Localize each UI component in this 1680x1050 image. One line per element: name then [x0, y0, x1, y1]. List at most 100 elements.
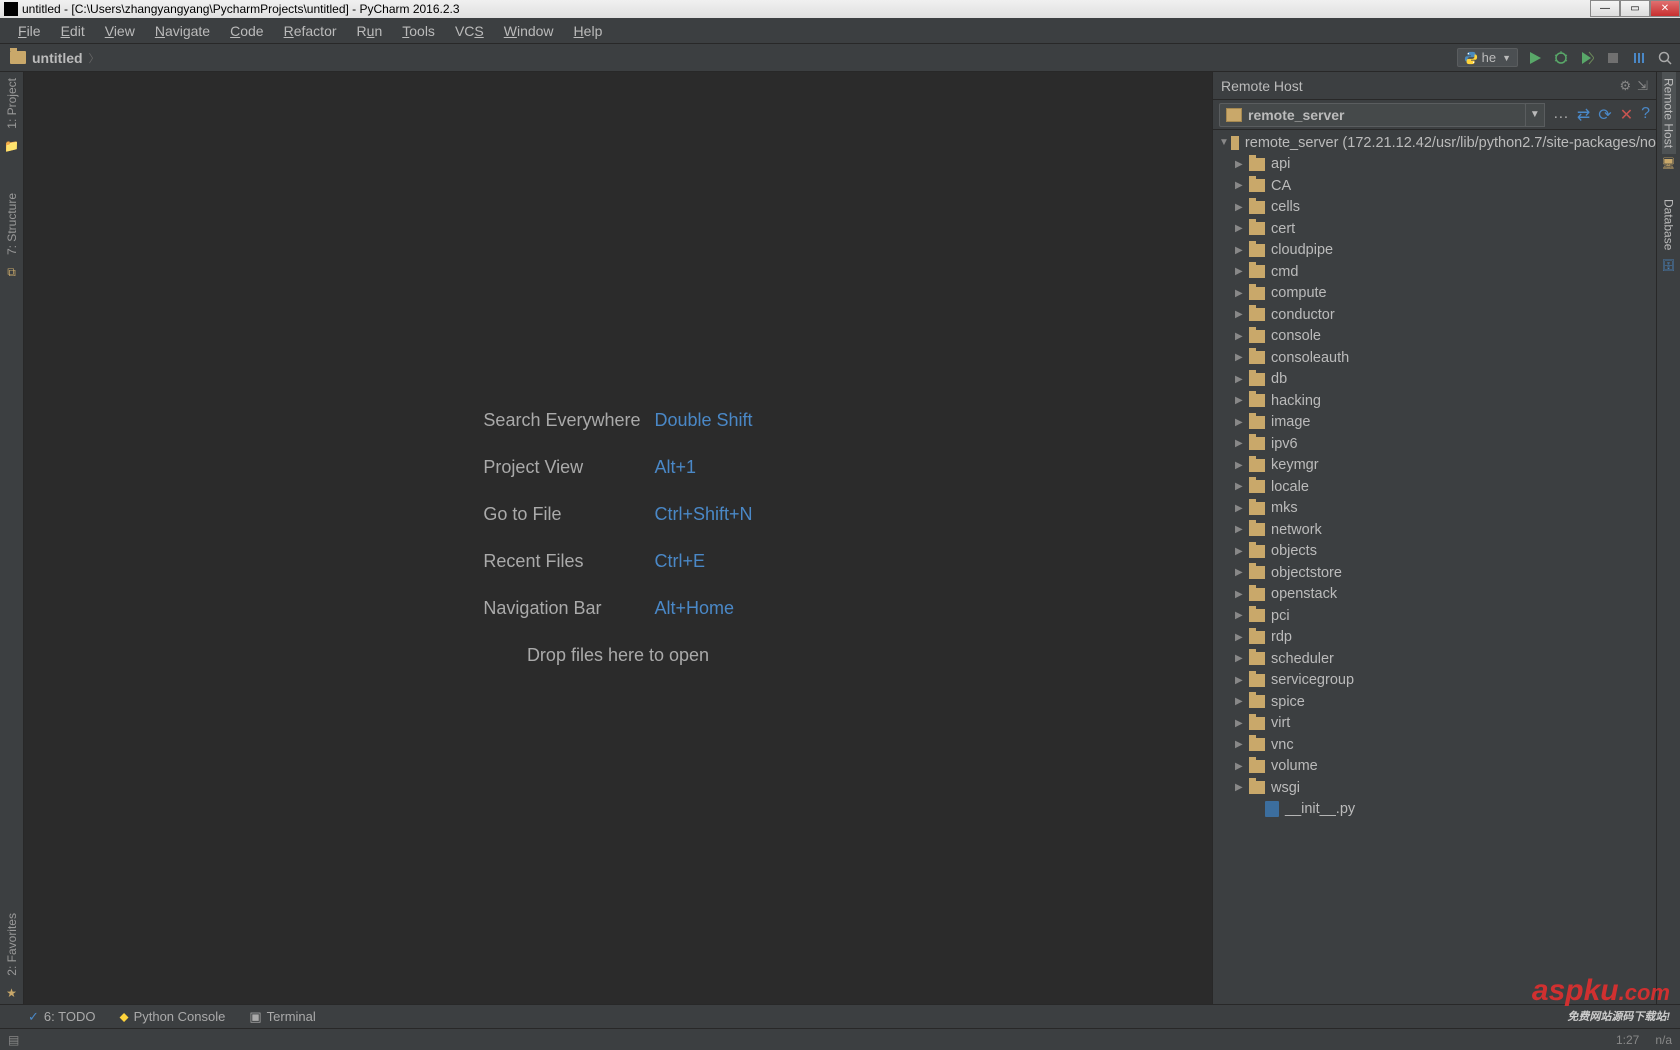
menu-refactor[interactable]: Refactor: [274, 23, 347, 39]
tree-folder[interactable]: ▶scheduler: [1213, 648, 1656, 670]
tree-folder[interactable]: ▶virt: [1213, 713, 1656, 735]
tree-root[interactable]: ▼ remote_server (172.21.12.42/usr/lib/py…: [1213, 132, 1656, 154]
menu-window[interactable]: Window: [494, 23, 564, 39]
chevron-right-icon: 〉: [89, 50, 100, 66]
more-button[interactable]: …: [1553, 105, 1569, 125]
menu-bar: File Edit View Navigate Code Refactor Ru…: [0, 18, 1680, 44]
right-tool-stripe: Remote Host 🖥 Database 🗄: [1656, 72, 1680, 1004]
chevron-right-icon: ▶: [1235, 546, 1247, 557]
tree-folder[interactable]: ▶mks: [1213, 498, 1656, 520]
tree-folder-label: keymgr: [1271, 457, 1319, 473]
tree-folder[interactable]: ▶network: [1213, 519, 1656, 541]
menu-run[interactable]: Run: [347, 23, 393, 39]
tree-folder[interactable]: ▶objects: [1213, 541, 1656, 563]
tree-folder[interactable]: ▶rdp: [1213, 627, 1656, 649]
tree-folder[interactable]: ▶volume: [1213, 756, 1656, 778]
tree-folder[interactable]: ▶hacking: [1213, 390, 1656, 412]
tree-folder[interactable]: ▶ipv6: [1213, 433, 1656, 455]
tree-folder[interactable]: ▶vnc: [1213, 734, 1656, 756]
update-button[interactable]: [1630, 49, 1648, 67]
menu-tools[interactable]: Tools: [392, 23, 445, 39]
maximize-button[interactable]: ▭: [1620, 0, 1650, 17]
chevron-right-icon: ▶: [1235, 782, 1247, 793]
hint-search-label: Search Everywhere: [483, 410, 640, 431]
remote-tree[interactable]: ▼ remote_server (172.21.12.42/usr/lib/py…: [1213, 130, 1656, 1004]
minimize-button[interactable]: —: [1590, 0, 1620, 17]
tree-folder[interactable]: ▶cells: [1213, 197, 1656, 219]
folder-icon: [1249, 330, 1265, 343]
tree-folder[interactable]: ▶ wsgi: [1213, 777, 1656, 799]
tree-folder[interactable]: ▶objectstore: [1213, 562, 1656, 584]
stop-button[interactable]: [1604, 49, 1622, 67]
tree-file[interactable]: __init__.py: [1213, 799, 1656, 821]
coverage-button[interactable]: [1578, 49, 1596, 67]
refresh-icon[interactable]: ⟳: [1598, 105, 1611, 125]
tree-folder-label: cert: [1271, 221, 1295, 237]
encoding: n/a: [1655, 1033, 1672, 1047]
tool-favorites-tab[interactable]: 2: Favorites: [5, 907, 19, 982]
tool-terminal-tab[interactable]: ▣Terminal: [249, 1009, 315, 1025]
chevron-right-icon: ▶: [1235, 331, 1247, 342]
debug-button[interactable]: [1552, 49, 1570, 67]
tree-folder[interactable]: ▶api: [1213, 154, 1656, 176]
tree-folder-label: wsgi: [1271, 780, 1300, 796]
menu-vcs[interactable]: VCS: [445, 23, 494, 39]
folder-icon: [1249, 437, 1265, 450]
tree-folder[interactable]: ▶compute: [1213, 283, 1656, 305]
menu-edit[interactable]: Edit: [51, 23, 95, 39]
tree-folder[interactable]: ▶cmd: [1213, 261, 1656, 283]
folder-icon: [1249, 717, 1265, 730]
tool-pyconsole-tab[interactable]: ⬥Python Console: [119, 1009, 225, 1025]
hide-panel-icon[interactable]: ⇲: [1637, 78, 1648, 94]
gear-icon[interactable]: ⚙: [1619, 78, 1631, 94]
folder-icon: [1249, 652, 1265, 665]
menu-code[interactable]: Code: [220, 23, 273, 39]
run-button[interactable]: [1526, 49, 1544, 67]
chevron-right-icon: ▶: [1235, 503, 1247, 514]
tree-folder-label: rdp: [1271, 629, 1292, 645]
diff-icon[interactable]: ⇄: [1577, 105, 1590, 125]
tree-folder-label: volume: [1271, 758, 1318, 774]
breadcrumb[interactable]: untitled 〉: [0, 50, 100, 66]
tree-folder[interactable]: ▶conductor: [1213, 304, 1656, 326]
tree-folder[interactable]: ▶consoleauth: [1213, 347, 1656, 369]
tree-folder[interactable]: ▶cloudpipe: [1213, 240, 1656, 262]
menu-file[interactable]: File: [8, 23, 51, 39]
menu-help[interactable]: Help: [564, 23, 613, 39]
folder-icon: [1249, 566, 1265, 579]
close-button[interactable]: ✕: [1650, 0, 1680, 17]
tree-folder[interactable]: ▶servicegroup: [1213, 670, 1656, 692]
folder-icon: [1249, 631, 1265, 644]
server-dropdown-button[interactable]: ▼: [1525, 103, 1545, 127]
run-config-selector[interactable]: he ▼: [1457, 48, 1518, 67]
tool-project-tab[interactable]: 1: Project: [5, 72, 19, 135]
tool-structure-tab[interactable]: 7: Structure: [5, 187, 19, 261]
search-button[interactable]: [1656, 49, 1674, 67]
tree-folder-label: ipv6: [1271, 436, 1298, 452]
remote-host-panel: Remote Host ⚙ ⇲ remote_server ▼ … ⇄ ⟳ ✕ …: [1212, 72, 1656, 1004]
status-ide-icon[interactable]: ▤: [8, 1033, 19, 1047]
tree-folder[interactable]: ▶openstack: [1213, 584, 1656, 606]
menu-view[interactable]: View: [95, 23, 145, 39]
tool-todo-tab[interactable]: ✓6: TODO: [28, 1009, 95, 1025]
tree-folder[interactable]: ▶cert: [1213, 218, 1656, 240]
caret-position: 1:27: [1616, 1033, 1639, 1047]
tool-database-tab[interactable]: Database: [1662, 193, 1676, 256]
tree-folder[interactable]: ▶CA: [1213, 175, 1656, 197]
remote-server-selector[interactable]: remote_server: [1219, 103, 1526, 127]
tree-folder[interactable]: ▶console: [1213, 326, 1656, 348]
tree-folder[interactable]: ▶pci: [1213, 605, 1656, 627]
tool-remote-tab[interactable]: Remote Host: [1662, 72, 1676, 154]
tree-folder[interactable]: ▶locale: [1213, 476, 1656, 498]
help-icon[interactable]: ?: [1641, 105, 1650, 125]
favorites-icon: ★: [6, 986, 17, 1000]
status-bar: ▤ 1:27 n/a: [0, 1028, 1680, 1050]
window-titlebar: untitled - [C:\Users\zhangyangyang\Pycha…: [0, 0, 1680, 18]
tree-folder[interactable]: ▶keymgr: [1213, 455, 1656, 477]
tree-folder[interactable]: ▶spice: [1213, 691, 1656, 713]
tree-folder[interactable]: ▶image: [1213, 412, 1656, 434]
project-icon: 📁: [4, 139, 19, 153]
menu-navigate[interactable]: Navigate: [145, 23, 220, 39]
tree-folder[interactable]: ▶db: [1213, 369, 1656, 391]
disconnect-icon[interactable]: ✕: [1620, 105, 1633, 125]
